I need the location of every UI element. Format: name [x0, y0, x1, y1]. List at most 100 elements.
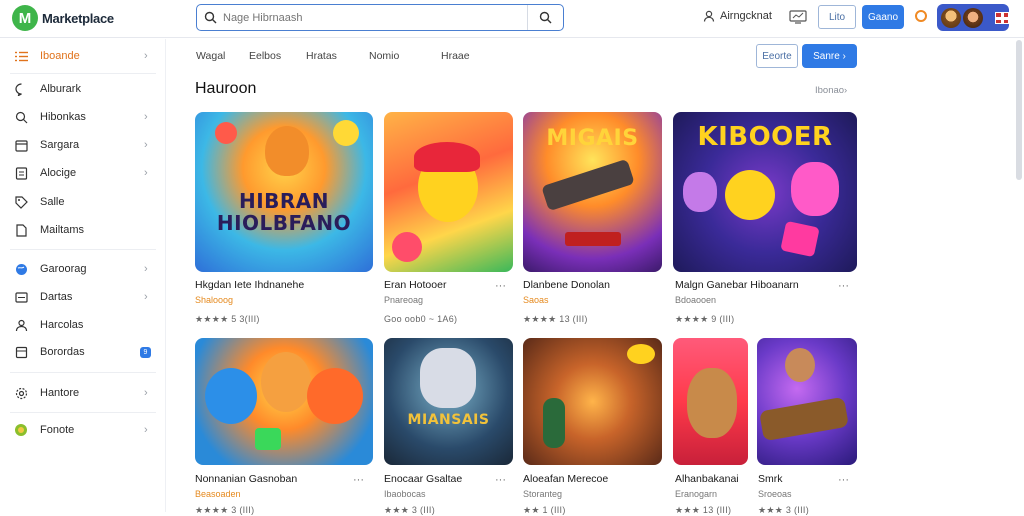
- chevron-right-icon: ›: [144, 139, 148, 151]
- character-art: [261, 352, 311, 412]
- game-card-image[interactable]: HIBRAN HIOLBFANO: [195, 112, 373, 272]
- profile-switcher[interactable]: [937, 4, 1009, 31]
- game-card-image[interactable]: [523, 338, 662, 465]
- app-name: Marketplace: [42, 10, 114, 26]
- sidebar-item-label: Harcolas: [40, 319, 84, 331]
- sidebar-item-borordas[interactable]: Borordas 9: [0, 339, 166, 365]
- account-menu[interactable]: Airngcknat: [703, 10, 772, 22]
- card-subtitle: Eranogarn: [675, 489, 718, 499]
- tab-nomio[interactable]: Nomio: [369, 50, 399, 62]
- character-art: [265, 126, 309, 176]
- character-hat-art: [414, 142, 480, 172]
- search-button[interactable]: [527, 5, 563, 30]
- sidebar-item-hantore[interactable]: Hantore ›: [0, 380, 166, 406]
- game-card-image[interactable]: [195, 338, 373, 465]
- game-card-image[interactable]: [384, 112, 513, 272]
- card-title[interactable]: Malgn Ganebar Hiboanarn: [675, 279, 799, 291]
- character-art: [205, 368, 257, 424]
- character-art: [420, 348, 476, 408]
- search-submit-icon: [539, 11, 552, 24]
- chevron-right-icon: ›: [144, 111, 148, 123]
- chevron-right-icon: ›: [144, 424, 148, 436]
- game-card-image[interactable]: MIANSAIS: [384, 338, 513, 465]
- sidebar-item-dartas[interactable]: Dartas ›: [0, 284, 166, 310]
- card-title[interactable]: Dlanbene Donolan: [523, 279, 610, 291]
- top-bar: M Marketplace Airngcknat Lito Gaano: [0, 0, 1024, 38]
- sidebar-item-sargara[interactable]: Sargara ›: [0, 132, 166, 158]
- game-card-image[interactable]: [757, 338, 857, 465]
- card-subtitle: Ibaobocas: [384, 489, 426, 499]
- sidebar-item-harcolas[interactable]: Harcolas: [0, 312, 166, 338]
- header-primary-button[interactable]: Gaano: [862, 5, 904, 29]
- monitor-icon[interactable]: [789, 10, 807, 29]
- chevron-right-icon: ›: [144, 387, 148, 399]
- divider: [10, 412, 156, 413]
- sidebar-item-salle[interactable]: Salle: [0, 189, 166, 215]
- more-options-icon[interactable]: ···: [838, 474, 849, 486]
- sidebar-item-garoorag[interactable]: Garoorag ›: [0, 256, 166, 282]
- logo[interactable]: M Marketplace: [12, 5, 114, 31]
- sidebar-item-label: Alburark: [40, 83, 81, 95]
- card-title[interactable]: Aloeafan Merecoe: [523, 473, 608, 485]
- section-title: Hauroon: [195, 80, 257, 97]
- search-input[interactable]: [223, 11, 527, 24]
- sidebar-item-label: Borordas: [40, 346, 85, 358]
- game-card-image[interactable]: KIBOOER: [673, 112, 857, 272]
- game-card-image[interactable]: [673, 338, 748, 465]
- sidebar-item-alburark[interactable]: Alburark: [0, 76, 166, 102]
- game-card-image[interactable]: MIGAIS: [523, 112, 662, 272]
- card-title[interactable]: Nonnanian Gasnoban: [195, 473, 297, 485]
- more-options-icon[interactable]: ···: [353, 474, 364, 486]
- tab-hraae[interactable]: Hraae: [441, 50, 470, 62]
- sidebar-item-fonote[interactable]: Fonote ›: [0, 417, 166, 443]
- more-options-icon[interactable]: ···: [838, 280, 849, 292]
- character-art: [683, 172, 717, 212]
- card-title[interactable]: Alhanbakanai: [675, 473, 739, 485]
- emoji-art: [215, 122, 237, 144]
- tab-hratas[interactable]: Hratas: [306, 50, 337, 62]
- chevron-right-icon: ›: [144, 263, 148, 275]
- sidebar-item-iboande[interactable]: Iboande ›: [0, 43, 166, 69]
- tab-wagal[interactable]: Wagal: [196, 50, 225, 62]
- sidebar-item-alocige[interactable]: Alocige ›: [0, 160, 166, 186]
- primary-action-button[interactable]: Sanre ›: [802, 44, 857, 68]
- card-subtitle: Shalooog: [195, 295, 234, 305]
- game-art-title: HIBRAN HIOLBFANO: [216, 189, 352, 235]
- sidebar-item-hibonkas[interactable]: Hibonkas ›: [0, 104, 166, 130]
- sidebar-item-label: Alocige: [40, 167, 77, 179]
- more-options-icon[interactable]: ···: [495, 280, 506, 292]
- character-art: [785, 348, 815, 382]
- card-title[interactable]: Smrk: [758, 473, 783, 485]
- tab-eelbos[interactable]: Eelbos: [249, 50, 281, 62]
- avatar: [941, 7, 961, 28]
- sidebar-item-mailtams[interactable]: Mailtams: [0, 217, 166, 243]
- avatar: [963, 7, 983, 28]
- sidebar-item-label: Sargara: [40, 139, 80, 151]
- grid-icon: [14, 290, 28, 304]
- chevron-right-icon: ›: [144, 50, 148, 62]
- more-options-icon[interactable]: ···: [495, 474, 506, 486]
- card-title[interactable]: Enocaar Gsaltae: [384, 473, 462, 485]
- divider: [10, 73, 156, 74]
- card-subtitle: Beasoaden: [195, 489, 241, 499]
- file-icon: [14, 223, 28, 237]
- user-icon: [703, 10, 715, 22]
- card-subtitle: Saoas: [523, 295, 549, 305]
- sidebar-item-label: Mailtams: [40, 224, 85, 236]
- scrollbar[interactable]: [1016, 40, 1022, 180]
- sidebar-item-label: Dartas: [40, 291, 73, 303]
- card-title[interactable]: Eran Hotooer: [384, 279, 446, 291]
- sidebar-item-label: Hantore: [40, 387, 80, 399]
- card-title[interactable]: Hkgdan Iete Ihdnanehe: [195, 279, 304, 291]
- sidebar-item-label: Fonote: [40, 424, 75, 436]
- secondary-action-button[interactable]: Eeorte: [756, 44, 798, 68]
- notification-icon[interactable]: [915, 10, 927, 22]
- sidebar-item-label: Iboande: [40, 50, 80, 62]
- header-outline-button[interactable]: Lito: [818, 5, 856, 29]
- sidebar: Iboande › Alburark Hibonkas › Sargara › …: [0, 39, 166, 512]
- card-subtitle: Bdoaooen: [675, 295, 717, 305]
- tag-icon: [14, 195, 28, 209]
- card-rating: ★★★★ 13 (III): [523, 314, 588, 324]
- see-all-link[interactable]: Ibonao›: [815, 85, 847, 96]
- sidebar-item-label: Hibonkas: [40, 111, 86, 123]
